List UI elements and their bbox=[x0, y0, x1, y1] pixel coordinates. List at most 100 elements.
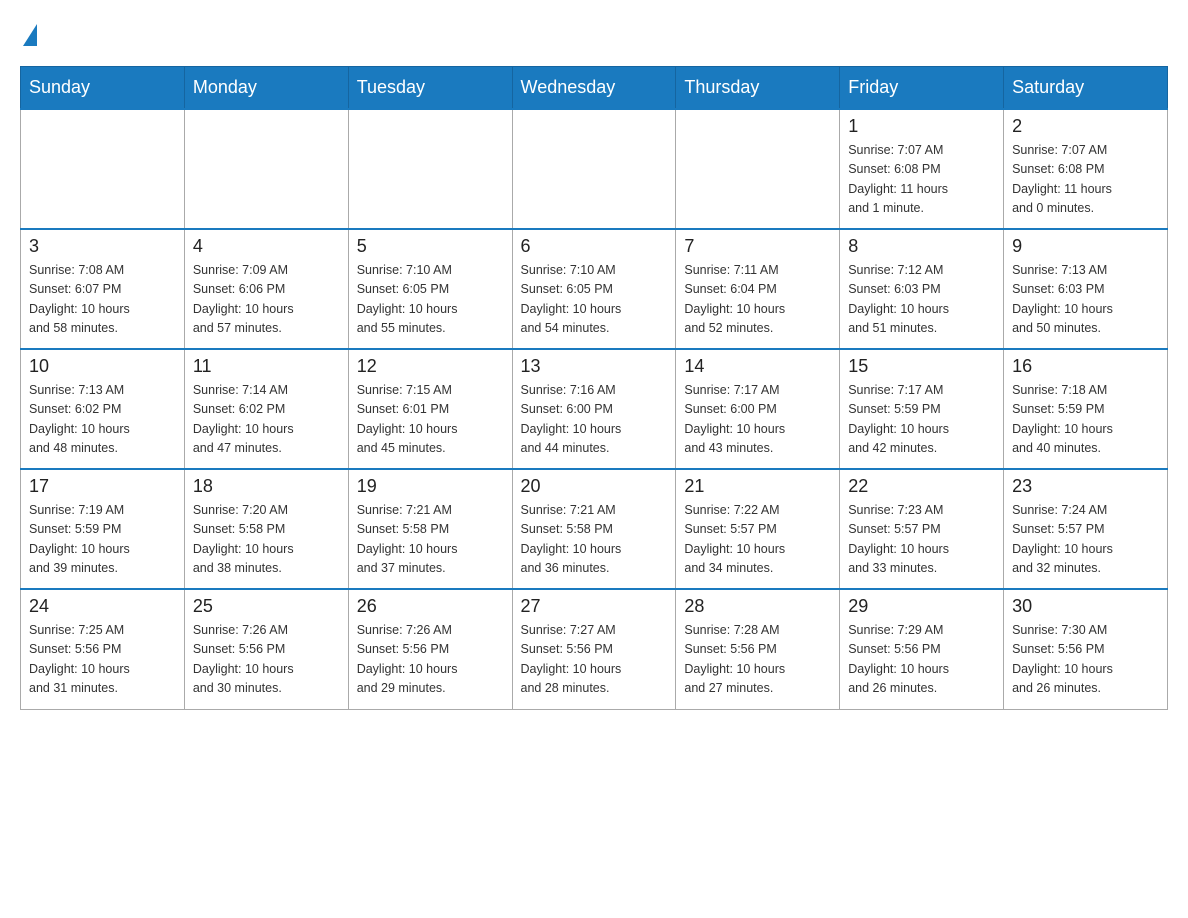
day-info: Sunrise: 7:12 AMSunset: 6:03 PMDaylight:… bbox=[848, 261, 995, 339]
day-number: 9 bbox=[1012, 236, 1159, 257]
day-info: Sunrise: 7:18 AMSunset: 5:59 PMDaylight:… bbox=[1012, 381, 1159, 459]
day-info: Sunrise: 7:10 AMSunset: 6:05 PMDaylight:… bbox=[357, 261, 504, 339]
day-number: 1 bbox=[848, 116, 995, 137]
day-number: 19 bbox=[357, 476, 504, 497]
calendar-cell: 22 Sunrise: 7:23 AMSunset: 5:57 PMDayligh… bbox=[840, 469, 1004, 589]
day-info: Sunrise: 7:17 AMSunset: 5:59 PMDaylight:… bbox=[848, 381, 995, 459]
calendar-cell: 16 Sunrise: 7:18 AMSunset: 5:59 PMDayligh… bbox=[1004, 349, 1168, 469]
calendar-cell: 2 Sunrise: 7:07 AMSunset: 6:08 PMDaylight… bbox=[1004, 109, 1168, 229]
day-number: 4 bbox=[193, 236, 340, 257]
day-number: 16 bbox=[1012, 356, 1159, 377]
weekday-header-row: SundayMondayTuesdayWednesdayThursdayFrid… bbox=[21, 67, 1168, 110]
day-info: Sunrise: 7:13 AMSunset: 6:03 PMDaylight:… bbox=[1012, 261, 1159, 339]
day-number: 5 bbox=[357, 236, 504, 257]
day-info: Sunrise: 7:11 AMSunset: 6:04 PMDaylight:… bbox=[684, 261, 831, 339]
day-info: Sunrise: 7:09 AMSunset: 6:06 PMDaylight:… bbox=[193, 261, 340, 339]
day-info: Sunrise: 7:10 AMSunset: 6:05 PMDaylight:… bbox=[521, 261, 668, 339]
day-info: Sunrise: 7:15 AMSunset: 6:01 PMDaylight:… bbox=[357, 381, 504, 459]
calendar-cell bbox=[676, 109, 840, 229]
calendar-cell: 26 Sunrise: 7:26 AMSunset: 5:56 PMDayligh… bbox=[348, 589, 512, 709]
calendar-cell: 30 Sunrise: 7:30 AMSunset: 5:56 PMDayligh… bbox=[1004, 589, 1168, 709]
day-number: 2 bbox=[1012, 116, 1159, 137]
day-number: 24 bbox=[29, 596, 176, 617]
day-number: 23 bbox=[1012, 476, 1159, 497]
day-info: Sunrise: 7:25 AMSunset: 5:56 PMDaylight:… bbox=[29, 621, 176, 699]
day-info: Sunrise: 7:22 AMSunset: 5:57 PMDaylight:… bbox=[684, 501, 831, 579]
day-number: 14 bbox=[684, 356, 831, 377]
calendar-cell: 21Sunrise: 7:22 AMSunset: 5:57 PMDayligh… bbox=[676, 469, 840, 589]
day-number: 7 bbox=[684, 236, 831, 257]
day-number: 25 bbox=[193, 596, 340, 617]
calendar-cell: 12 Sunrise: 7:15 AMSunset: 6:01 PMDayligh… bbox=[348, 349, 512, 469]
day-info: Sunrise: 7:26 AMSunset: 5:56 PMDaylight:… bbox=[193, 621, 340, 699]
day-info: Sunrise: 7:19 AMSunset: 5:59 PMDaylight:… bbox=[29, 501, 176, 579]
calendar-cell: 28 Sunrise: 7:28 AMSunset: 5:56 PMDayligh… bbox=[676, 589, 840, 709]
weekday-header-monday: Monday bbox=[184, 67, 348, 110]
day-info: Sunrise: 7:08 AMSunset: 6:07 PMDaylight:… bbox=[29, 261, 176, 339]
calendar-cell: 11 Sunrise: 7:14 AMSunset: 6:02 PMDayligh… bbox=[184, 349, 348, 469]
calendar-cell: 9 Sunrise: 7:13 AMSunset: 6:03 PMDaylight… bbox=[1004, 229, 1168, 349]
calendar-cell: 8 Sunrise: 7:12 AMSunset: 6:03 PMDaylight… bbox=[840, 229, 1004, 349]
week-row-2: 3 Sunrise: 7:08 AMSunset: 6:07 PMDaylight… bbox=[21, 229, 1168, 349]
day-info: Sunrise: 7:13 AMSunset: 6:02 PMDaylight:… bbox=[29, 381, 176, 459]
calendar-cell: 27 Sunrise: 7:27 AMSunset: 5:56 PMDayligh… bbox=[512, 589, 676, 709]
calendar-cell: 29Sunrise: 7:29 AMSunset: 5:56 PMDayligh… bbox=[840, 589, 1004, 709]
calendar-cell: 17 Sunrise: 7:19 AMSunset: 5:59 PMDayligh… bbox=[21, 469, 185, 589]
weekday-header-wednesday: Wednesday bbox=[512, 67, 676, 110]
calendar-cell: 6Sunrise: 7:10 AMSunset: 6:05 PMDaylight… bbox=[512, 229, 676, 349]
day-number: 18 bbox=[193, 476, 340, 497]
day-info: Sunrise: 7:07 AMSunset: 6:08 PMDaylight:… bbox=[1012, 141, 1159, 219]
day-info: Sunrise: 7:14 AMSunset: 6:02 PMDaylight:… bbox=[193, 381, 340, 459]
weekday-header-saturday: Saturday bbox=[1004, 67, 1168, 110]
day-number: 12 bbox=[357, 356, 504, 377]
day-number: 13 bbox=[521, 356, 668, 377]
page-header bbox=[20, 20, 1168, 46]
calendar-cell: 19 Sunrise: 7:21 AMSunset: 5:58 PMDayligh… bbox=[348, 469, 512, 589]
calendar-cell: 24 Sunrise: 7:25 AMSunset: 5:56 PMDayligh… bbox=[21, 589, 185, 709]
weekday-header-thursday: Thursday bbox=[676, 67, 840, 110]
day-number: 26 bbox=[357, 596, 504, 617]
calendar-cell: 20Sunrise: 7:21 AMSunset: 5:58 PMDayligh… bbox=[512, 469, 676, 589]
day-number: 30 bbox=[1012, 596, 1159, 617]
day-info: Sunrise: 7:20 AMSunset: 5:58 PMDaylight:… bbox=[193, 501, 340, 579]
day-info: Sunrise: 7:23 AMSunset: 5:57 PMDaylight:… bbox=[848, 501, 995, 579]
calendar-cell: 18 Sunrise: 7:20 AMSunset: 5:58 PMDayligh… bbox=[184, 469, 348, 589]
calendar-cell bbox=[348, 109, 512, 229]
calendar-cell: 3 Sunrise: 7:08 AMSunset: 6:07 PMDaylight… bbox=[21, 229, 185, 349]
day-number: 27 bbox=[521, 596, 668, 617]
logo bbox=[20, 20, 37, 46]
day-info: Sunrise: 7:21 AMSunset: 5:58 PMDaylight:… bbox=[357, 501, 504, 579]
day-info: Sunrise: 7:27 AMSunset: 5:56 PMDaylight:… bbox=[521, 621, 668, 699]
day-info: Sunrise: 7:29 AMSunset: 5:56 PMDaylight:… bbox=[848, 621, 995, 699]
day-number: 10 bbox=[29, 356, 176, 377]
day-info: Sunrise: 7:26 AMSunset: 5:56 PMDaylight:… bbox=[357, 621, 504, 699]
day-number: 11 bbox=[193, 356, 340, 377]
weekday-header-tuesday: Tuesday bbox=[348, 67, 512, 110]
calendar-cell: 7 Sunrise: 7:11 AMSunset: 6:04 PMDaylight… bbox=[676, 229, 840, 349]
calendar-cell: 23 Sunrise: 7:24 AMSunset: 5:57 PMDayligh… bbox=[1004, 469, 1168, 589]
day-number: 28 bbox=[684, 596, 831, 617]
day-info: Sunrise: 7:17 AMSunset: 6:00 PMDaylight:… bbox=[684, 381, 831, 459]
calendar-cell: 1 Sunrise: 7:07 AMSunset: 6:08 PMDaylight… bbox=[840, 109, 1004, 229]
weekday-header-friday: Friday bbox=[840, 67, 1004, 110]
calendar-table: SundayMondayTuesdayWednesdayThursdayFrid… bbox=[20, 66, 1168, 710]
week-row-3: 10 Sunrise: 7:13 AMSunset: 6:02 PMDayligh… bbox=[21, 349, 1168, 469]
day-info: Sunrise: 7:16 AMSunset: 6:00 PMDaylight:… bbox=[521, 381, 668, 459]
day-info: Sunrise: 7:07 AMSunset: 6:08 PMDaylight:… bbox=[848, 141, 995, 219]
calendar-cell: 15Sunrise: 7:17 AMSunset: 5:59 PMDayligh… bbox=[840, 349, 1004, 469]
week-row-4: 17 Sunrise: 7:19 AMSunset: 5:59 PMDayligh… bbox=[21, 469, 1168, 589]
calendar-cell: 13 Sunrise: 7:16 AMSunset: 6:00 PMDayligh… bbox=[512, 349, 676, 469]
week-row-5: 24 Sunrise: 7:25 AMSunset: 5:56 PMDayligh… bbox=[21, 589, 1168, 709]
logo-triangle-icon bbox=[23, 24, 37, 46]
calendar-cell: 10 Sunrise: 7:13 AMSunset: 6:02 PMDayligh… bbox=[21, 349, 185, 469]
day-number: 17 bbox=[29, 476, 176, 497]
calendar-cell: 4 Sunrise: 7:09 AMSunset: 6:06 PMDaylight… bbox=[184, 229, 348, 349]
calendar-cell bbox=[512, 109, 676, 229]
day-number: 22 bbox=[848, 476, 995, 497]
day-info: Sunrise: 7:24 AMSunset: 5:57 PMDaylight:… bbox=[1012, 501, 1159, 579]
day-info: Sunrise: 7:28 AMSunset: 5:56 PMDaylight:… bbox=[684, 621, 831, 699]
day-info: Sunrise: 7:30 AMSunset: 5:56 PMDaylight:… bbox=[1012, 621, 1159, 699]
day-number: 3 bbox=[29, 236, 176, 257]
day-number: 8 bbox=[848, 236, 995, 257]
calendar-cell: 25 Sunrise: 7:26 AMSunset: 5:56 PMDayligh… bbox=[184, 589, 348, 709]
